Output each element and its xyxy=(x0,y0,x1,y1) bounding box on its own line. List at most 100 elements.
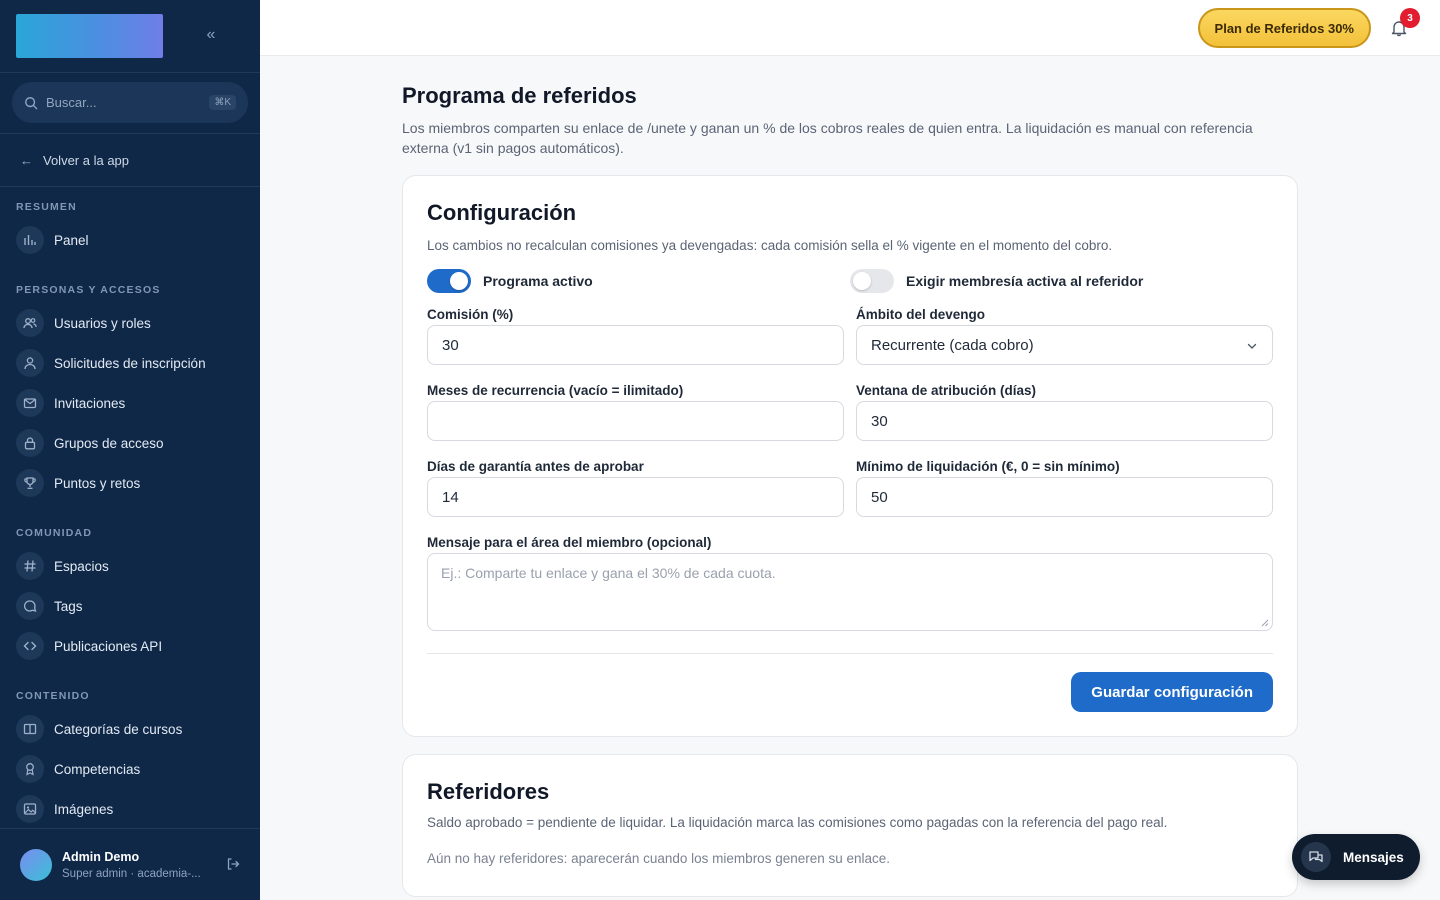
guarantee-field-group: Días de garantía antes de aprobar 14 xyxy=(427,456,844,532)
referrers-description: Saldo aprobado = pendiente de liquidar. … xyxy=(427,815,1168,830)
minimum-label: Mínimo de liquidación (€, 0 = sin mínimo… xyxy=(856,459,1120,474)
sidebar-item-spaces[interactable]: Espacios xyxy=(0,546,260,586)
back-to-app-label: Volver a la app xyxy=(43,152,130,168)
topbar: Plan de Referidos 30% 3 xyxy=(260,0,1440,56)
attribution-field-group: Ventana de atribución (días) 30 xyxy=(856,380,1273,456)
messages-label: Mensajes xyxy=(1343,849,1404,865)
user-profile[interactable]: Admin Demo Super admin · academia-... xyxy=(0,828,260,900)
sidebar-item-images[interactable]: Imágenes xyxy=(0,789,260,829)
book-icon xyxy=(16,715,44,743)
sidebar-item-access-groups[interactable]: Grupos de acceso xyxy=(0,423,260,463)
search-placeholder: Buscar... xyxy=(46,95,97,110)
resize-handle-icon[interactable] xyxy=(1261,619,1269,627)
mail-icon xyxy=(16,389,44,417)
program-active-toggle[interactable] xyxy=(427,269,471,293)
attribution-input[interactable]: 30 xyxy=(856,401,1273,441)
sidebar-item-label: Publicaciones API xyxy=(54,638,163,654)
referral-plan-badge[interactable]: Plan de Referidos 30% xyxy=(1197,8,1371,48)
section-title-personas: PERSONAS Y ACCESOS xyxy=(16,284,161,296)
referrers-empty-state: Aún no hay referidores: aparecerán cuand… xyxy=(427,851,891,866)
section-title-resumen: RESUMEN xyxy=(16,201,77,213)
user-name: Admin Demo xyxy=(62,849,140,864)
sidebar-item-label: Panel xyxy=(54,232,89,248)
save-config-button[interactable]: Guardar configuración xyxy=(1071,672,1273,712)
sidebar-item-panel[interactable]: Panel xyxy=(0,220,260,260)
recurrence-input[interactable] xyxy=(427,401,844,441)
commission-label: Comisión (%) xyxy=(427,307,514,322)
sidebar-item-label: Tags xyxy=(54,598,83,614)
sidebar-item-enrollment-requests[interactable]: Solicitudes de inscripción xyxy=(0,343,260,383)
trophy-icon xyxy=(16,469,44,497)
avatar xyxy=(20,848,52,881)
notification-count-badge: 3 xyxy=(1400,8,1420,28)
sidebar-item-label: Solicitudes de inscripción xyxy=(54,355,206,371)
sidebar-item-users[interactable]: Usuarios y roles xyxy=(0,303,260,343)
toggle-row: Programa activo Exigir membresía activa … xyxy=(427,268,1273,294)
scope-label: Ámbito del devengo xyxy=(856,307,986,322)
hash-icon xyxy=(16,552,44,580)
chat-icon xyxy=(1301,842,1331,872)
back-to-app-link[interactable]: ← Volver a la app xyxy=(0,134,260,187)
member-message-textarea[interactable]: Ej.: Comparte tu enlace y gana el 30% de… xyxy=(427,553,1273,631)
referrers-card: Referidores Saldo aprobado = pendiente d… xyxy=(402,754,1298,897)
config-title: Configuración xyxy=(427,200,577,225)
sidebar-item-label: Imágenes xyxy=(54,801,114,817)
lock-icon xyxy=(16,429,44,457)
sidebar-item-label: Puntos y retos xyxy=(54,475,141,491)
main-content: Programa de referidos Los miembros compa… xyxy=(402,56,1298,897)
sidebar: « Buscar... ⌘K ← Volver a la app RESUMEN… xyxy=(0,0,260,900)
recurrence-label: Meses de recurrencia (vacío = ilimitado) xyxy=(427,383,684,398)
sidebar-item-label: Categorías de cursos xyxy=(54,721,183,737)
code-icon xyxy=(16,632,44,660)
user-role: Super admin · academia-... xyxy=(62,867,201,880)
guarantee-input[interactable]: 14 xyxy=(427,477,844,517)
require-membership-toggle[interactable] xyxy=(850,269,894,293)
commission-input[interactable]: 30 xyxy=(427,325,844,365)
config-card: Configuración Los cambios no recalculan … xyxy=(402,175,1298,737)
divider xyxy=(427,653,1273,654)
sidebar-item-competencies[interactable]: Competencias xyxy=(0,749,260,789)
scope-select[interactable]: Recurrente (cada cobro) xyxy=(856,325,1273,365)
sidebar-item-label: Competencias xyxy=(54,761,141,777)
search-icon xyxy=(25,96,38,109)
logout-icon[interactable] xyxy=(226,857,240,871)
page-title: Programa de referidos xyxy=(402,83,637,108)
sidebar-item-api-posts[interactable]: Publicaciones API xyxy=(0,626,260,666)
collapse-sidebar-icon[interactable]: « xyxy=(202,26,220,44)
program-active-toggle-group: Programa activo xyxy=(427,269,850,293)
bar-chart-icon xyxy=(16,226,44,254)
logo[interactable] xyxy=(16,14,163,58)
membership-toggle-group: Exigir membresía activa al referidor xyxy=(850,269,1273,293)
sidebar-item-label: Usuarios y roles xyxy=(54,315,151,331)
sidebar-item-label: Invitaciones xyxy=(54,395,126,411)
toggle-knob xyxy=(450,272,468,290)
messages-button[interactable]: Mensajes xyxy=(1292,834,1420,880)
minimum-input[interactable]: 50 xyxy=(856,477,1273,517)
sidebar-item-label: Espacios xyxy=(54,558,109,574)
sidebar-item-invitations[interactable]: Invitaciones xyxy=(0,383,260,423)
toggle-knob xyxy=(853,272,871,290)
chevron-down-icon xyxy=(1247,343,1257,349)
sidebar-item-course-categories[interactable]: Categorías de cursos xyxy=(0,709,260,749)
scope-field-group: Ámbito del devengo Recurrente (cada cobr… xyxy=(856,304,1273,380)
user-icon xyxy=(16,349,44,377)
sidebar-header: « xyxy=(0,0,260,73)
chat-bubble-icon xyxy=(16,592,44,620)
users-icon xyxy=(16,309,44,337)
section-title-comunidad: COMUNIDAD xyxy=(16,527,93,539)
image-icon xyxy=(16,795,44,823)
sidebar-item-label: Grupos de acceso xyxy=(54,435,164,451)
search-shortcut: ⌘K xyxy=(209,95,236,110)
search-input[interactable]: Buscar... ⌘K xyxy=(12,82,248,123)
minimum-field-group: Mínimo de liquidación (€, 0 = sin mínimo… xyxy=(856,456,1273,532)
commission-field-group: Comisión (%) 30 xyxy=(427,304,844,380)
message-label: Mensaje para el área del miembro (opcion… xyxy=(427,535,712,550)
scope-selected-value: Recurrente (cada cobro) xyxy=(871,336,1034,354)
attribution-label: Ventana de atribución (días) xyxy=(856,383,1037,398)
sidebar-item-points-challenges[interactable]: Puntos y retos xyxy=(0,463,260,503)
referrers-title: Referidores xyxy=(427,779,550,804)
config-description: Los cambios no recalculan comisiones ya … xyxy=(427,238,1113,253)
guarantee-label: Días de garantía antes de aprobar xyxy=(427,459,644,474)
sidebar-item-tags[interactable]: Tags xyxy=(0,586,260,626)
section-title-contenido: CONTENIDO xyxy=(16,690,90,702)
